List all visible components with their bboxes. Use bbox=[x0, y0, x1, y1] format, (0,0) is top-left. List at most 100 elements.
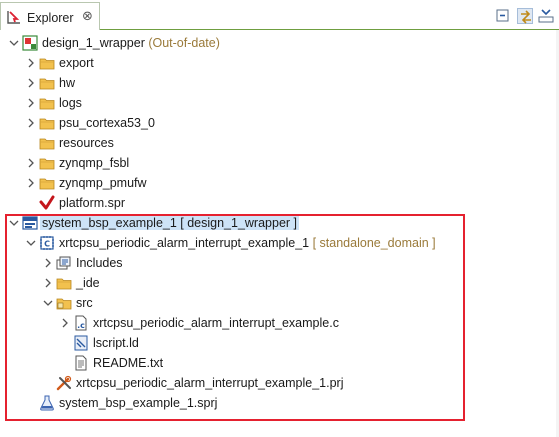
tree-item[interactable]: xrtcpsu_periodic_alarm_interrupt_example… bbox=[0, 373, 559, 393]
tree-item-name: xrtcpsu_periodic_alarm_interrupt_example… bbox=[59, 236, 310, 250]
tree-item-name: xrtcpsu_periodic_alarm_interrupt_example… bbox=[76, 376, 344, 390]
tree-item-label: zynqmp_pmufw bbox=[59, 176, 147, 190]
chevron-right-icon[interactable] bbox=[25, 56, 37, 70]
tree-item-name: lscript.ld bbox=[93, 336, 139, 350]
folder-icon bbox=[39, 115, 55, 131]
tree-item-name: zynqmp_pmufw bbox=[59, 176, 147, 190]
tree-item-name: xrtcpsu_periodic_alarm_interrupt_example… bbox=[93, 316, 339, 330]
view-menu-icon bbox=[538, 8, 554, 24]
chevron-right-icon[interactable] bbox=[25, 176, 37, 190]
chevron-down-icon[interactable] bbox=[25, 236, 37, 250]
explorer-view-icon bbox=[7, 11, 20, 24]
system-project-icon bbox=[22, 215, 38, 231]
tree-item-name: system_bsp_example_1 [ design_1_wrapper … bbox=[40, 216, 300, 230]
tree-item-label: platform.spr bbox=[59, 196, 125, 210]
chevron-right-icon[interactable] bbox=[25, 76, 37, 90]
tree-item-label: design_1_wrapper (Out-of-date) bbox=[42, 36, 220, 50]
chevron-down-icon[interactable] bbox=[42, 296, 54, 310]
tree-item-label: hw bbox=[59, 76, 75, 90]
tree-item-label: Includes bbox=[76, 256, 123, 270]
sprj-file-icon bbox=[39, 395, 55, 411]
tree-item[interactable]: design_1_wrapper (Out-of-date) bbox=[0, 33, 559, 53]
tree-item-label: logs bbox=[59, 96, 82, 110]
folder-icon bbox=[39, 175, 55, 191]
tree-item-name: resources bbox=[59, 136, 114, 150]
project-tree: design_1_wrapper (Out-of-date) export hw lo… bbox=[0, 30, 559, 437]
svg-text:.c: .c bbox=[77, 321, 85, 330]
collapse-all-button[interactable] bbox=[495, 8, 511, 24]
tree-item-decoration: [ standalone_domain ] bbox=[309, 236, 436, 250]
tree-item-name: platform.spr bbox=[59, 196, 125, 210]
tree-item[interactable]: system_bsp_example_1.sprj bbox=[0, 393, 559, 413]
folder-icon bbox=[39, 95, 55, 111]
tree-item-label: README.txt bbox=[93, 356, 163, 370]
tree-item[interactable]: export bbox=[0, 53, 559, 73]
link-with-editor-button[interactable] bbox=[517, 8, 533, 24]
tree-item-name: Includes bbox=[76, 256, 123, 270]
prj-file-icon bbox=[56, 375, 72, 391]
tree-item-name: logs bbox=[59, 96, 82, 110]
application-project-icon: C bbox=[39, 235, 55, 251]
tree-item-label: lscript.ld bbox=[93, 336, 139, 350]
tree-item[interactable]: zynqmp_fsbl bbox=[0, 153, 559, 173]
svg-text:C: C bbox=[44, 240, 50, 249]
tree-item[interactable]: logs bbox=[0, 93, 559, 113]
platform-spr-icon bbox=[39, 195, 55, 211]
tree-item-decoration: (Out-of-date) bbox=[144, 36, 220, 50]
tree-item-label: xrtcpsu_periodic_alarm_interrupt_example… bbox=[76, 376, 344, 390]
folder-icon bbox=[56, 275, 72, 291]
tree-item-name: src bbox=[76, 296, 93, 310]
tree-item-name: hw bbox=[59, 76, 75, 90]
tree-item-name: system_bsp_example_1.sprj bbox=[59, 396, 218, 410]
close-icon[interactable]: ⊗ bbox=[82, 9, 93, 23]
explorer-tab-label: Explorer bbox=[27, 11, 74, 25]
tree-item[interactable]: hw bbox=[0, 73, 559, 93]
tree-item-label: xrtcpsu_periodic_alarm_interrupt_example… bbox=[93, 316, 339, 330]
tree-item-label: export bbox=[59, 56, 94, 70]
tree-item[interactable]: README.txt bbox=[0, 353, 559, 373]
tree-item-label: src bbox=[76, 296, 93, 310]
c-file-icon: .c bbox=[73, 315, 89, 331]
tree-item[interactable]: zynqmp_pmufw bbox=[0, 173, 559, 193]
explorer-tab[interactable]: Explorer ⊗ bbox=[0, 2, 100, 30]
chevron-right-icon[interactable] bbox=[42, 256, 54, 270]
chevron-down-icon[interactable] bbox=[8, 36, 20, 50]
tree-item-name: _ide bbox=[76, 276, 100, 290]
includes-icon bbox=[56, 255, 72, 271]
chevron-right-icon[interactable] bbox=[25, 156, 37, 170]
tree-item-label: system_bsp_example_1.sprj bbox=[59, 396, 217, 410]
tree-item[interactable]: .c xrtcpsu_periodic_alarm_interrupt_examp… bbox=[0, 313, 559, 333]
chevron-down-icon[interactable] bbox=[8, 216, 20, 230]
collapse-all-icon bbox=[495, 8, 511, 24]
tree-item[interactable]: _ide bbox=[0, 273, 559, 293]
tree-item[interactable]: psu_cortexa53_0 bbox=[0, 113, 559, 133]
text-file-icon bbox=[73, 355, 89, 371]
tree-item[interactable]: resources bbox=[0, 133, 559, 153]
tree-item-name: zynqmp_fsbl bbox=[59, 156, 130, 170]
folder-icon bbox=[39, 155, 55, 171]
chevron-right-icon[interactable] bbox=[42, 276, 54, 290]
tree-item[interactable]: lscript.ld bbox=[0, 333, 559, 353]
tree-item-name: README.txt bbox=[93, 356, 164, 370]
tree-item[interactable]: Cxrtcpsu_periodic_alarm_interrupt_exampl… bbox=[0, 233, 559, 253]
chevron-right-icon[interactable] bbox=[25, 116, 37, 130]
tree-item-label: resources bbox=[59, 136, 114, 150]
tree-item-label: system_bsp_example_1 [ design_1_wrapper … bbox=[40, 216, 300, 230]
tree-item[interactable]: platform.spr bbox=[0, 193, 559, 213]
linker-script-icon bbox=[73, 335, 89, 351]
tree-item-name: export bbox=[59, 56, 94, 70]
platform-project-icon bbox=[22, 35, 38, 51]
folder-icon bbox=[39, 75, 55, 91]
tree-item[interactable]: system_bsp_example_1 [ design_1_wrapper … bbox=[0, 213, 559, 233]
folder-icon bbox=[39, 55, 55, 71]
tree-item-label: zynqmp_fsbl bbox=[59, 156, 129, 170]
view-menu-button[interactable] bbox=[538, 8, 554, 24]
tree-item-label: xrtcpsu_periodic_alarm_interrupt_example… bbox=[59, 236, 436, 250]
chevron-right-icon[interactable] bbox=[25, 96, 37, 110]
view-tab-bar: Explorer ⊗ bbox=[0, 0, 559, 30]
chevron-right-icon[interactable] bbox=[59, 316, 71, 330]
tree-item-label: _ide bbox=[76, 276, 100, 290]
tree-item[interactable]: src bbox=[0, 293, 559, 313]
folder-icon bbox=[39, 135, 55, 151]
tree-item[interactable]: Includes bbox=[0, 253, 559, 273]
